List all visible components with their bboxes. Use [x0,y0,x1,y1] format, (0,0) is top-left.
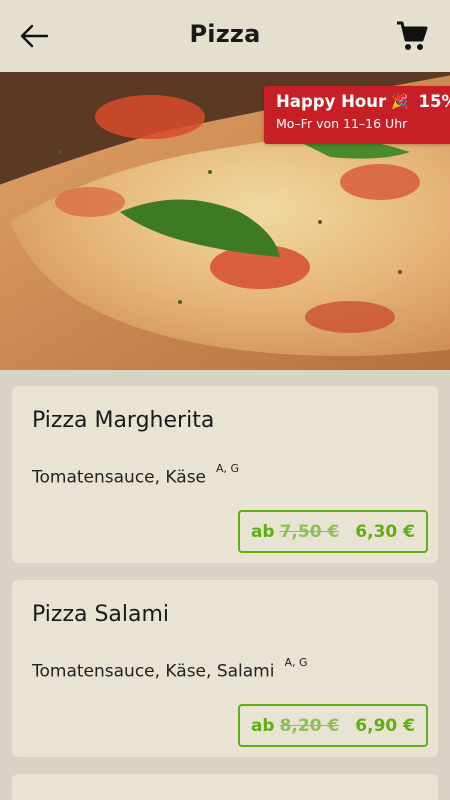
product-description: Tomatensauce, Käse, Salami A, G [32,656,308,682]
product-card-partial[interactable] [12,774,438,800]
happy-hour-badge: Happy Hour 🎉 15% Mo–Fr von 11–16 Uhr [264,86,450,144]
promo-title: Happy Hour [276,92,387,111]
product-name: Pizza Salami [32,602,170,627]
product-name: Pizza Margherita [32,408,215,433]
current-price: 6,90 € [355,715,415,736]
current-price: 6,30 € [355,521,415,542]
price-button[interactable]: ab 7,50 € 6,30 € [237,510,428,553]
old-price: 7,50 € [279,521,340,542]
price-button[interactable]: ab 8,20 € 6,90 € [237,704,428,747]
allergen-codes: A, G [284,656,308,669]
top-bar: Pizza [0,0,450,72]
product-list: Pizza Margherita Tomatensauce, Käse A, G … [0,370,450,800]
product-card-margherita[interactable]: Pizza Margherita Tomatensauce, Käse A, G … [12,386,438,563]
old-price: 8,20 € [279,715,340,736]
price-prefix: ab [250,521,275,542]
product-description: Tomatensauce, Käse A, G [32,462,239,488]
cart-button[interactable] [392,16,432,56]
product-ingredients: Tomatensauce, Käse, Salami [32,661,275,682]
allergen-codes: A, G [216,462,240,475]
price-prefix: ab [250,715,275,736]
promo-subtitle: Mo–Fr von 11–16 Uhr [276,116,408,131]
product-ingredients: Tomatensauce, Käse [32,467,207,488]
page-title: Pizza [189,20,261,48]
party-popper-icon: 🎉 [391,93,409,110]
product-card-salami[interactable]: Pizza Salami Tomatensauce, Käse, Salami A… [12,580,438,757]
promo-discount: 15% [418,92,450,111]
shopping-cart-icon [397,21,428,50]
